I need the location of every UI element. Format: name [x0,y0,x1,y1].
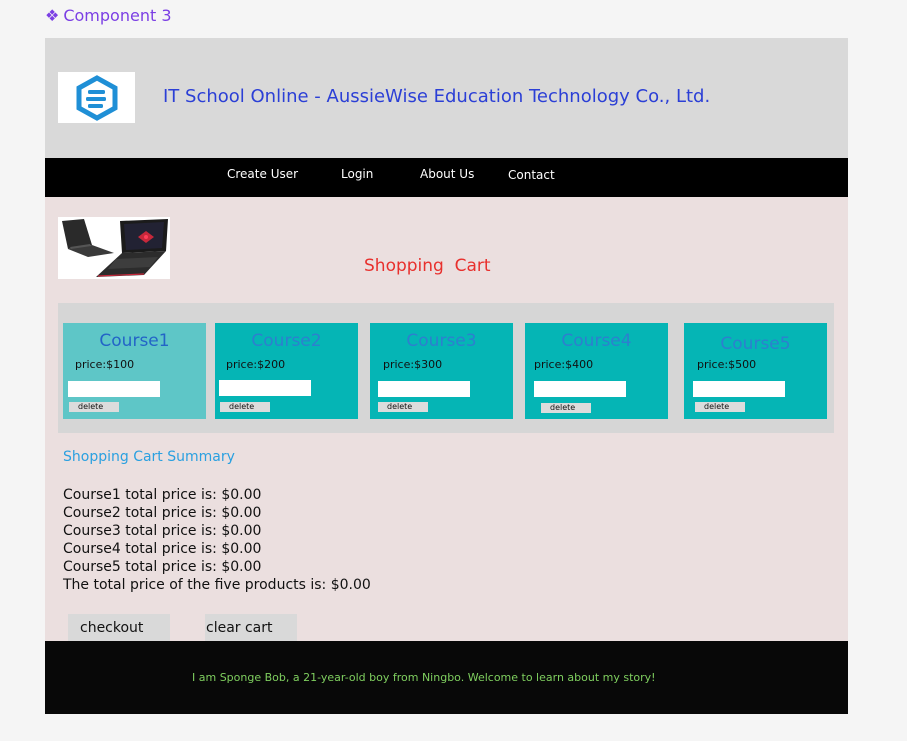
footer: I am Sponge Bob, a 21-year-old boy from … [45,641,848,714]
course-name: Course1 [99,331,170,351]
nav-contact[interactable]: Contact [508,168,555,182]
course-card-3: Course3 price:$300 delete [370,323,513,419]
clear-cart-button[interactable]: clear cart [205,614,297,641]
course-card-4: Course4 price:$400 delete [525,323,668,419]
courses-panel: Course1 price:$100 delete Course2 price:… [58,303,834,433]
nav-about-us[interactable]: About Us [420,167,474,181]
course-quantity-input[interactable] [693,381,785,397]
course-price: price:$300 [383,358,443,371]
school-logo [58,72,135,123]
site-title: IT School Online - AussieWise Education … [163,86,711,107]
course-quantity-input[interactable] [378,381,470,397]
summary-line-course1: Course1 total price is: $0.00 [63,487,262,503]
summary-line-total: The total price of the five products is:… [63,577,371,593]
component-label: ❖ Component 3 [45,6,172,25]
course-name: Course2 [251,331,322,351]
delete-button[interactable]: delete [220,402,270,412]
course-quantity-input[interactable] [534,381,626,397]
nav-create-user[interactable]: Create User [227,167,298,181]
hexagon-logo-icon [76,74,117,121]
component-label-text: Component 3 [63,6,172,25]
footer-text: I am Sponge Bob, a 21-year-old boy from … [192,671,656,684]
course-card-2: Course2 price:$200 delete [215,323,358,419]
page-frame: IT School Online - AussieWise Education … [45,38,848,714]
header: IT School Online - AussieWise Education … [45,38,848,158]
course-card-5: Course5 price:$500 delete [684,323,827,419]
course-name: Course4 [561,331,632,351]
summary-line-course2: Course2 total price is: $0.00 [63,505,262,521]
nav-login[interactable]: Login [341,167,373,181]
course-price: price:$200 [226,358,286,371]
component-diamond-icon: ❖ [45,6,60,25]
shopping-cart-title: Shopping Cart [364,256,491,276]
laptop-image [58,217,170,279]
delete-button[interactable]: delete [695,402,745,412]
checkout-button[interactable]: checkout [68,614,170,641]
delete-button[interactable]: delete [69,402,119,412]
laptop-icon [58,217,170,279]
summary-lines: Course1 total price is: $0.00 Course2 to… [63,486,371,594]
navbar: Create User Login About Us Contact [45,158,848,197]
summary-line-course3: Course3 total price is: $0.00 [63,523,262,539]
course-card-1: Course1 price:$100 delete [63,323,206,419]
course-price: price:$100 [75,358,135,371]
course-price: price:$500 [697,358,757,371]
course-price: price:$400 [534,358,594,371]
summary-line-course5: Course5 total price is: $0.00 [63,559,262,575]
delete-button[interactable]: delete [378,402,428,412]
delete-button[interactable]: delete [541,403,591,413]
summary-line-course4: Course4 total price is: $0.00 [63,541,262,557]
course-name: Course3 [406,331,477,351]
summary-title: Shopping Cart Summary [63,449,235,465]
course-quantity-input[interactable] [219,380,311,396]
course-name: Course5 [720,334,791,354]
course-quantity-input[interactable] [68,381,160,397]
